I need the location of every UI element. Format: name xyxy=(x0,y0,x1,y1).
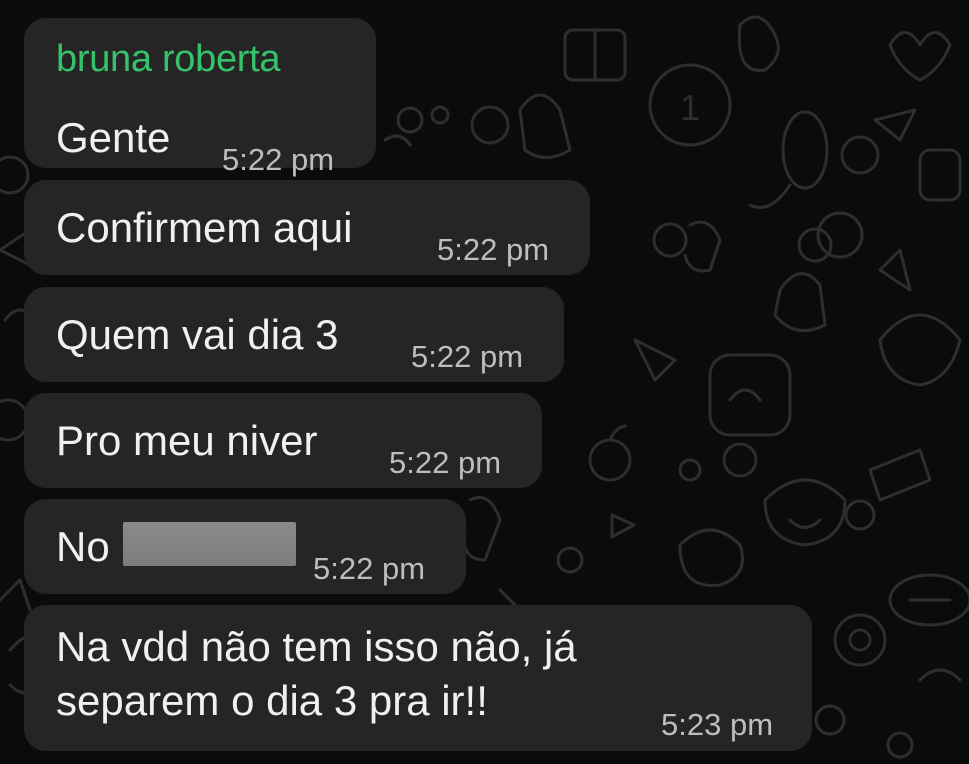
message-text: Gente xyxy=(56,114,171,161)
message-text: No xyxy=(56,523,110,570)
cup-doodle-icon xyxy=(763,478,847,547)
redacted-block xyxy=(123,522,296,566)
pin-doodle-icon xyxy=(633,338,677,382)
paper-plane-doodle-icon xyxy=(873,108,917,142)
apple-doodle-icon xyxy=(588,438,632,482)
svg-text:1: 1 xyxy=(680,87,700,128)
message-text-line-1: Na vdd não tem isso não, já xyxy=(56,623,577,670)
rock-hand-doodle-icon xyxy=(773,272,827,333)
message-timestamp: 5:23 pm xyxy=(661,707,774,742)
play-doodle-icon xyxy=(610,513,636,539)
message-bubble[interactable]: Confirmem aqui 5:22 pm xyxy=(24,180,590,275)
message-timestamp: 5:22 pm xyxy=(313,551,426,586)
cap-doodle-icon xyxy=(878,313,962,387)
message-bubble[interactable]: Pro meu niver 5:22 pm xyxy=(24,393,542,488)
message-text: Pro meu niver xyxy=(56,417,318,464)
message-timestamp: 5:22 pm xyxy=(389,445,502,480)
message-text: Quem vai dia 3 xyxy=(56,311,339,358)
message-bubble[interactable]: No 5:22 pm xyxy=(24,499,466,594)
message-timestamp: 5:22 pm xyxy=(222,142,335,177)
message-text-line-2: separem o dia 3 pra ir!! xyxy=(56,677,488,724)
pencil-doodle-icon xyxy=(868,448,932,502)
message-timestamp: 5:22 pm xyxy=(437,232,550,267)
message-bubble[interactable]: bruna roberta Gente 5:22 pm xyxy=(24,18,376,177)
heart-doodle-icon xyxy=(888,31,952,82)
bolt-doodle-icon xyxy=(878,248,912,292)
message-text: Confirmem aqui xyxy=(56,204,353,251)
chat-square-doodle-icon xyxy=(708,353,792,437)
ring-doodle-icon xyxy=(840,135,880,175)
hand-rock-doodle-icon xyxy=(683,220,722,273)
buoy-doodle-icon xyxy=(833,613,887,667)
message-bubble[interactable]: Quem vai dia 3 5:22 pm xyxy=(24,287,564,382)
lock-doodle-icon xyxy=(918,148,962,202)
message-bubble[interactable]: Na vdd não tem isso não, já separem o di… xyxy=(24,605,812,751)
refresh-doodle-icon xyxy=(678,528,744,587)
fire-doodle-icon xyxy=(737,15,780,72)
cloud-doodle-icon xyxy=(816,211,864,259)
message-timestamp: 5:22 pm xyxy=(411,339,524,374)
corn-doodle-icon xyxy=(781,110,829,190)
cloud-small-doodle-icon xyxy=(918,668,962,682)
hand-doodle-icon xyxy=(518,93,572,159)
sender-name[interactable]: bruna roberta xyxy=(56,38,281,81)
